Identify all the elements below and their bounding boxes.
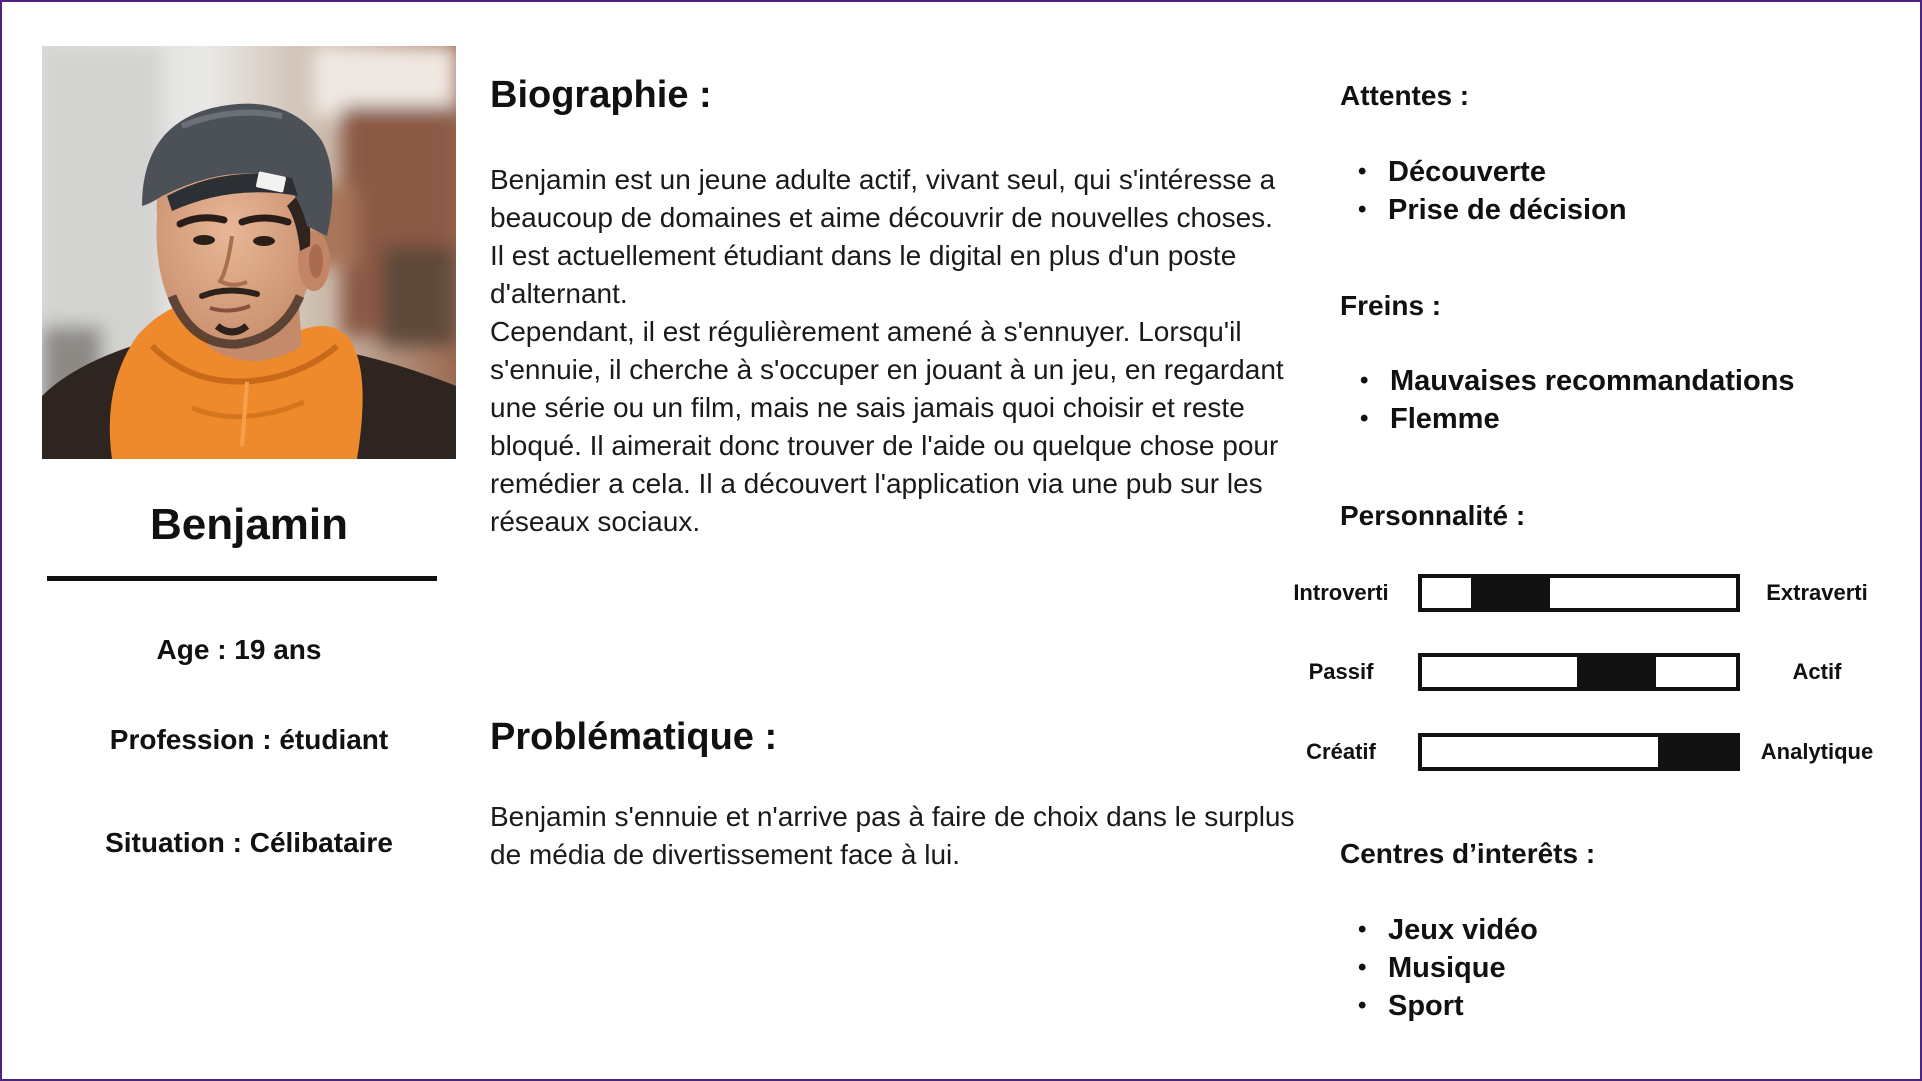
list-item: Jeux vidéo [1358, 911, 1538, 949]
persona-situation: Situation : Célibataire [105, 827, 393, 858]
list-item: Mauvaises recommandations [1360, 362, 1795, 400]
trait-marker [1577, 657, 1656, 687]
biography-text: Benjamin est un jeune adulte actif, viva… [490, 161, 1290, 541]
trait-track [1418, 653, 1740, 691]
trait-right-label: Extraverti [1766, 580, 1868, 605]
trait-left-label: Passif [1308, 659, 1374, 684]
obstacles-title: Freins : [1340, 290, 1442, 321]
personality-trait-scale: Créatif Analytique [2, 733, 1920, 771]
profile-photo-image [42, 46, 456, 459]
interests-list: Jeux vidéo Musique Sport [1358, 911, 1538, 1025]
personality-title: Personnalité : [1340, 500, 1526, 531]
list-item: Sport [1358, 987, 1538, 1025]
trait-track [1418, 733, 1740, 771]
trait-marker [1471, 578, 1550, 608]
profile-photo [42, 46, 456, 459]
list-item: Flemme [1360, 400, 1795, 438]
trait-right-label: Actif [1792, 659, 1842, 684]
list-item: Prise de décision [1358, 191, 1627, 229]
problem-paragraph: Benjamin s'ennuie et n'arrive pas à fair… [490, 801, 1295, 870]
trait-marker [1657, 737, 1736, 767]
trait-right-label: Analytique [1760, 739, 1874, 764]
interests-title: Centres d’interêts : [1340, 838, 1596, 869]
obstacles-list: Mauvaises recommandations Flemme [1360, 362, 1795, 438]
list-item: Découverte [1358, 153, 1627, 191]
problem-text: Benjamin s'ennuie et n'arrive pas à fair… [490, 798, 1310, 874]
expectations-list: Découverte Prise de décision [1358, 153, 1627, 229]
list-item: Musique [1358, 949, 1538, 987]
persona-name: Benjamin [149, 500, 349, 549]
trait-left-label: Introverti [1293, 580, 1389, 605]
persona-sheet: Benjamin Age : 19 ans Profession : étudi… [0, 0, 1922, 1081]
biography-paragraph: Cependant, il est régulièrement amené à … [490, 316, 1284, 537]
biography-paragraph: Benjamin est un jeune adulte actif, viva… [490, 164, 1276, 309]
personality-trait-scale: Passif Actif [2, 653, 1920, 691]
trait-track [1418, 574, 1740, 612]
expectations-title: Attentes : [1340, 80, 1470, 111]
biography-title: Biographie : [490, 74, 712, 116]
personality-trait-scale: Introverti Extraverti [2, 574, 1920, 612]
trait-left-label: Créatif [1306, 739, 1376, 764]
